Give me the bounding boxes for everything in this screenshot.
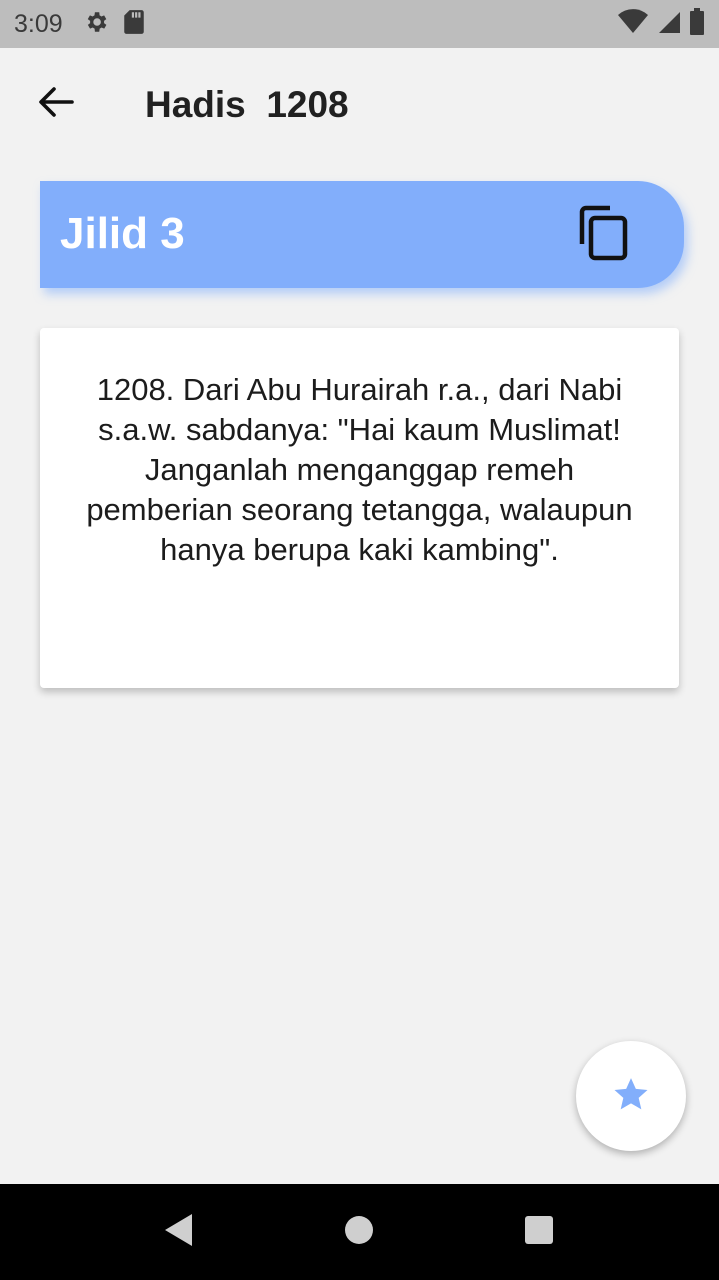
signal-icon xyxy=(657,9,681,40)
status-right-icons xyxy=(617,7,705,41)
system-nav-bar xyxy=(0,1184,719,1280)
hadith-card: 1208. Dari Abu Hurairah r.a., dari Nabi … xyxy=(40,328,679,688)
hadith-text: 1208. Dari Abu Hurairah r.a., dari Nabi … xyxy=(86,372,633,567)
status-left-icons xyxy=(83,9,145,40)
page-title: Hadis 1208 xyxy=(145,84,349,125)
home-circle-icon xyxy=(343,1214,375,1251)
gear-icon xyxy=(83,9,109,40)
copy-icon xyxy=(578,205,630,266)
status-time: 3:09 xyxy=(14,9,63,38)
app-bar: Hadis 1208 xyxy=(0,48,719,160)
wifi-icon xyxy=(617,8,649,40)
favorite-button[interactable] xyxy=(576,1041,686,1151)
sd-card-icon xyxy=(123,9,145,40)
copy-button[interactable] xyxy=(576,205,632,266)
volume-banner: Jilid 3 xyxy=(40,181,684,288)
status-bar: 3:09 xyxy=(0,0,719,48)
back-button[interactable] xyxy=(30,82,82,126)
nav-recents-button[interactable] xyxy=(519,1212,559,1252)
star-icon xyxy=(611,1074,651,1119)
volume-label: Jilid 3 xyxy=(60,209,185,258)
nav-back-button[interactable] xyxy=(158,1212,198,1252)
battery-icon xyxy=(689,7,705,41)
back-triangle-icon xyxy=(162,1212,194,1253)
arrow-back-icon xyxy=(38,86,74,123)
nav-home-button[interactable] xyxy=(339,1212,379,1252)
recents-square-icon xyxy=(523,1214,555,1251)
